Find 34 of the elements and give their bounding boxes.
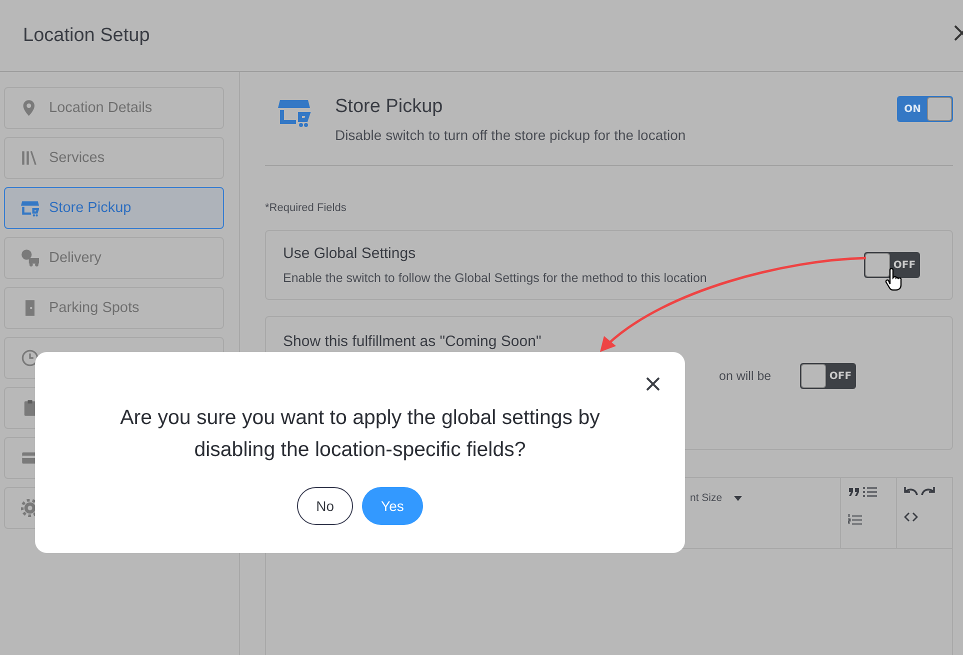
section-description: Disable switch to turn off the store pickup for the location <box>335 127 687 143</box>
section-title: Store Pickup <box>335 96 444 118</box>
setting-description: on will be <box>719 369 772 383</box>
setting-title: Show this fulfillment as "Coming Soon" <box>283 333 542 350</box>
toggle-switch[interactable]: OFF <box>800 363 856 389</box>
close-icon[interactable] <box>954 25 963 41</box>
undo-icon[interactable] <box>904 486 918 496</box>
sidebar-item[interactable]: Store Pickup <box>4 187 224 229</box>
toggle-switch[interactable]: OFF <box>864 252 920 278</box>
setting-description: Enable the switch to follow the Global Settings for the method to this location <box>283 271 708 285</box>
truck-icon <box>21 249 39 267</box>
clock-icon <box>21 349 39 367</box>
numbered-list-icon[interactable] <box>848 514 862 526</box>
quote-icon[interactable] <box>848 486 860 498</box>
code-icon[interactable] <box>904 512 918 522</box>
close-icon[interactable] <box>645 376 661 392</box>
caret-icon[interactable] <box>734 496 742 501</box>
store-icon <box>21 199 39 217</box>
sidebar-item[interactable]: Location Details <box>4 87 224 129</box>
setting-title: Use Global Settings <box>283 245 417 262</box>
sidebar-item[interactable]: Services <box>4 137 224 179</box>
sidebar-item[interactable]: Delivery <box>4 237 224 279</box>
yes-button[interactable]: Yes <box>362 487 423 525</box>
window-title: Location Setup <box>23 24 150 46</box>
hand-cursor-icon <box>884 268 904 292</box>
no-button[interactable]: No <box>297 487 354 525</box>
bullet-list-icon[interactable] <box>863 486 877 498</box>
redo-icon[interactable] <box>921 486 935 496</box>
toggle-switch[interactable]: ON <box>897 96 953 122</box>
dialog-message: Are you sure you want to apply the global settings by disabling the location-specific fields? <box>119 405 601 463</box>
books-icon <box>21 149 39 167</box>
required-note: *Required Fields <box>265 202 348 214</box>
sidebar-item[interactable]: Parking Spots <box>4 287 224 329</box>
font-size-dropdown[interactable]: nt Size <box>690 492 722 504</box>
